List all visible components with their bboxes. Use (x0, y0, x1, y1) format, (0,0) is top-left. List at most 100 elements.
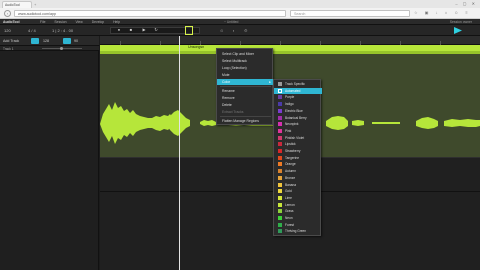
color-option[interactable]: Track Specific (274, 81, 322, 87)
loop-icon[interactable]: ↻ (153, 27, 159, 32)
back-button[interactable]: ‹ (4, 10, 11, 17)
color-option[interactable]: Indigo (274, 101, 322, 107)
color-swatch (278, 162, 282, 167)
solo-toggle[interactable] (63, 38, 71, 44)
play-icon[interactable]: ▶ (141, 27, 147, 32)
menu-item-select-multitrack[interactable]: Select Multitrack (217, 58, 274, 64)
menu-item-remove[interactable]: Remove (217, 95, 274, 101)
menu-item-color-label: Color (222, 80, 231, 84)
color-option[interactable]: Pinkish Violet (274, 135, 322, 141)
volume-slider-handle[interactable] (60, 47, 63, 50)
color-swatch (278, 175, 282, 180)
color-option[interactable]: Electric Blue (274, 108, 322, 114)
tempo-display[interactable]: 120 (4, 28, 11, 33)
menu-item-flatten[interactable]: Flatten Manage Regions (217, 118, 274, 124)
record-button[interactable]: ● (116, 27, 122, 32)
color-label: Electric Blue (285, 108, 303, 113)
color-label: Lime (285, 195, 292, 200)
transport-bar: 120 4 / 4 1 | 2 : 4 . 00 ● ■ ▶ ↻ ⊙ ◐ ⚙ (0, 25, 480, 36)
color-swatch (278, 142, 282, 147)
menu-divider (220, 116, 271, 117)
color-option[interactable]: Lipstick (274, 141, 322, 147)
app-menus: File Session View Develop Help (40, 20, 128, 24)
track-header-panel: Add Track 128 90 Track 1 (0, 36, 99, 270)
color-label: Forest (285, 222, 295, 227)
color-label: Track Specific (285, 82, 305, 86)
color-swatch (278, 102, 282, 107)
loop-marker[interactable] (185, 26, 193, 35)
menu-item-delete[interactable]: Delete (217, 102, 274, 108)
color-option[interactable]: Bronze (274, 175, 322, 181)
user-label[interactable]: Session owner (450, 20, 472, 24)
color-swatch (278, 95, 282, 100)
window-controls[interactable]: – ▢ ✕ (455, 1, 477, 6)
new-tab-button[interactable]: + (34, 2, 40, 7)
color-swatch (278, 155, 282, 160)
color-label: Strawberry (285, 149, 301, 153)
color-swatch (278, 216, 282, 220)
waveform-segment (166, 110, 190, 136)
menu-item-mute[interactable]: Mute (217, 72, 274, 78)
track-row[interactable]: Track 1 (0, 46, 99, 51)
track-name: Track 1 (3, 47, 14, 51)
menu-help[interactable]: Help (113, 20, 120, 24)
color-option[interactable]: Gold (274, 188, 322, 194)
color-option[interactable]: Tangerine (274, 155, 322, 161)
menu-divider (220, 86, 271, 87)
menu-session[interactable]: Session (54, 20, 66, 24)
browser-toolbar-icons[interactable]: ☆ ▣ ↓ ⌂ ☺ ≡ (414, 10, 476, 17)
stop-icon[interactable]: ■ (128, 27, 134, 32)
menu-view[interactable]: View (75, 20, 82, 24)
color-option-selected[interactable]: Automated (274, 87, 322, 94)
menu-develop[interactable]: Develop (92, 20, 104, 24)
color-swatch (278, 222, 282, 227)
waveform-segment (444, 119, 480, 127)
color-label: Automated (285, 88, 301, 93)
color-swatch (278, 195, 282, 200)
mute-toggle[interactable] (31, 38, 39, 44)
color-swatch (278, 229, 282, 234)
menu-item-extract-tracks: Extract Tracks (222, 110, 244, 114)
search-input[interactable]: Search (290, 10, 410, 17)
color-option[interactable]: Forest (274, 222, 322, 228)
browser-tab[interactable]: AudioTool (2, 1, 32, 8)
transport-tool-icons[interactable]: ⊙ ◐ ⚙ (220, 28, 252, 33)
waveform-segment (100, 102, 178, 144)
color-option[interactable]: Lime (274, 195, 322, 201)
color-option[interactable]: Purple (274, 94, 322, 100)
color-swatch (278, 122, 282, 127)
color-option[interactable]: Strawberry (274, 148, 322, 154)
playhead[interactable] (179, 36, 180, 270)
navigation-bar: ‹ www.audiotool.com/app Search ☆ ▣ ↓ ⌂ ☺… (0, 8, 480, 19)
color-option[interactable]: Orange (274, 161, 322, 167)
color-swatch (278, 149, 282, 153)
time-signature[interactable]: 4 / 4 (28, 28, 36, 33)
color-option[interactable]: Neon (274, 215, 322, 221)
color-label: Gold (285, 189, 292, 194)
color-option[interactable]: Autumn (274, 168, 322, 174)
add-track-button[interactable]: Add Track (3, 39, 19, 43)
menu-item-select-clip-mixer[interactable]: Select Clip and Mixer (217, 51, 274, 57)
menu-item-loop-selection[interactable]: Loop (Selection) (217, 65, 274, 71)
color-option[interactable]: Lemon (274, 202, 322, 208)
color-label: Lemon (285, 202, 295, 207)
color-option[interactable]: Banana (274, 182, 322, 188)
color-option[interactable]: Grass (274, 208, 322, 214)
color-submenu: Track Specific Automated Purple Indigo E… (273, 79, 322, 236)
address-bar[interactable]: www.audiotool.com/app (14, 10, 286, 17)
color-option[interactable]: Neonpink (274, 121, 322, 127)
menu-item-color[interactable]: Color ▸ (217, 79, 274, 85)
color-option[interactable]: Thriving Green (274, 228, 322, 234)
timeline-ruler[interactable] (100, 36, 480, 45)
context-menu: Select Clip and Mixer Select Multitrack … (216, 48, 274, 125)
color-option[interactable]: Botanical Berry (274, 115, 322, 121)
menu-file[interactable]: File (40, 20, 45, 24)
waveform-segment (352, 120, 364, 126)
color-swatch (278, 209, 282, 214)
menu-item-rename[interactable]: Rename (217, 88, 274, 94)
color-label: Lipstick (285, 142, 296, 147)
app-logo: AudioTool (3, 20, 20, 24)
color-label: Purple (285, 95, 295, 100)
color-option[interactable]: Pink (274, 128, 322, 134)
color-label: Neon (285, 216, 293, 220)
